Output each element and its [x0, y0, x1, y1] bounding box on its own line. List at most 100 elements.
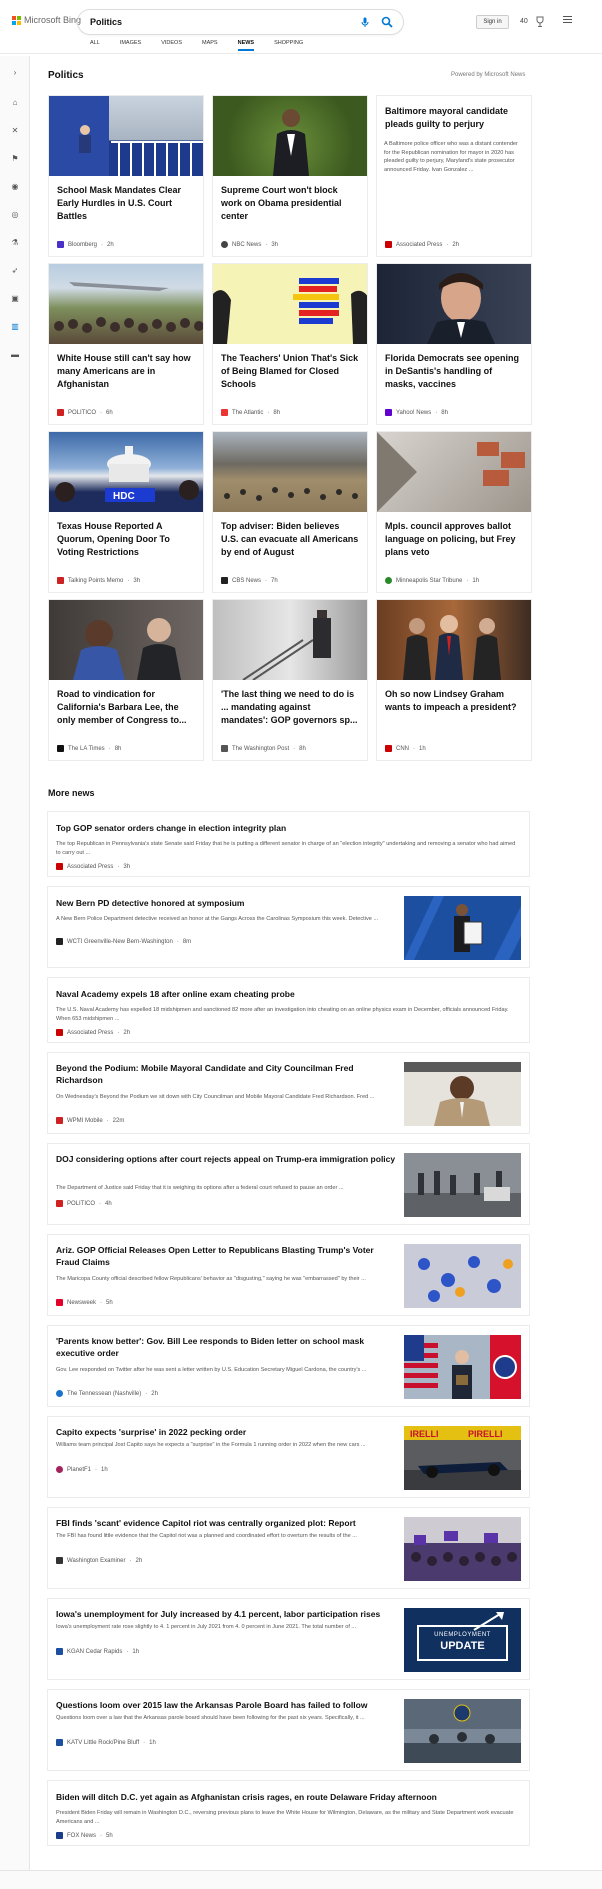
- news-list-item[interactable]: New Bern PD detective honored at symposi…: [47, 886, 530, 968]
- card-title[interactable]: Top adviser: Biden believes U.S. can eva…: [221, 520, 359, 559]
- news-list-item[interactable]: Iowa's unemployment for July increased b…: [47, 1598, 530, 1680]
- card-source[interactable]: Minneapolis Star Tribune · 1h: [385, 577, 479, 584]
- rewards-points[interactable]: 40: [520, 18, 528, 25]
- list-item-source[interactable]: WCTI Greenville-New Bern-Washington · 8m: [56, 938, 191, 945]
- card-source[interactable]: CNN · 1h: [385, 745, 426, 752]
- science-icon[interactable]: ⚗: [10, 238, 20, 248]
- news-card[interactable]: Baltimore mayoral candidate pleads guilt…: [376, 95, 532, 257]
- list-item-title[interactable]: Top GOP senator orders change in electio…: [56, 822, 516, 834]
- card-source[interactable]: The LA Times · 8h: [57, 745, 121, 752]
- list-item-source[interactable]: The Tennessean (Nashville) · 2h: [56, 1390, 158, 1397]
- news-card[interactable]: Road to vindication for California's Bar…: [48, 599, 204, 761]
- news-card[interactable]: Oh so now Lindsey Graham wants to impeac…: [376, 599, 532, 761]
- card-title[interactable]: The Teachers' Union That's Sick of Being…: [221, 352, 359, 391]
- tools-icon[interactable]: ✕: [10, 126, 20, 136]
- list-item-source[interactable]: Associated Press · 3h: [56, 863, 130, 870]
- news-list-item[interactable]: Top GOP senator orders change in electio…: [47, 811, 530, 877]
- card-title[interactable]: Mpls. council approves ballot language o…: [385, 520, 523, 559]
- card-title[interactable]: School Mask Mandates Clear Early Hurdles…: [57, 184, 195, 223]
- card-icon[interactable]: ▬: [10, 350, 20, 360]
- news-card[interactable]: Florida Democrats see opening in DeSanti…: [376, 263, 532, 425]
- list-item-source[interactable]: POLITICO · 4h: [56, 1200, 112, 1207]
- card-title[interactable]: Florida Democrats see opening in DeSanti…: [385, 352, 523, 391]
- list-item-title[interactable]: Capito expects 'surprise' in 2022 peckin…: [56, 1426, 396, 1438]
- list-item-title[interactable]: FBI finds 'scant' evidence Capitol riot …: [56, 1517, 396, 1529]
- news-card[interactable]: HDC Texas House Reported A Quorum, Openi…: [48, 431, 204, 593]
- hamburger-menu-icon[interactable]: [563, 16, 572, 25]
- news-list-item[interactable]: Questions loom over 2015 law the Arkansa…: [47, 1689, 530, 1771]
- card-source[interactable]: The Washington Post · 8h: [221, 745, 306, 752]
- list-item-title[interactable]: DOJ considering options after court reje…: [56, 1153, 396, 1165]
- card-title[interactable]: White House still can't say how many Ame…: [57, 352, 195, 391]
- flag-icon[interactable]: ⚑: [10, 154, 20, 164]
- list-item-source[interactable]: PlanetF1 · 1h: [56, 1466, 108, 1473]
- news-list-item[interactable]: Capito expects 'surprise' in 2022 peckin…: [47, 1416, 530, 1498]
- card-title[interactable]: Baltimore mayoral candidate pleads guilt…: [385, 105, 523, 131]
- home-icon[interactable]: ⌂: [10, 98, 20, 108]
- rocket-icon[interactable]: ➶: [10, 266, 20, 276]
- tab-images[interactable]: IMAGES: [120, 40, 141, 51]
- news-list-item[interactable]: DOJ considering options after court reje…: [47, 1143, 530, 1225]
- microphone-icon[interactable]: [361, 17, 371, 27]
- list-item-title[interactable]: Biden will ditch D.C. yet again as Afgha…: [56, 1791, 516, 1803]
- news-list-item[interactable]: Biden will ditch D.C. yet again as Afgha…: [47, 1780, 530, 1846]
- list-item-source[interactable]: Newsweek · 5h: [56, 1299, 113, 1306]
- location-icon[interactable]: ◉: [10, 182, 20, 192]
- list-item-title[interactable]: Iowa's unemployment for July increased b…: [56, 1608, 396, 1620]
- search-box[interactable]: Politics: [78, 10, 403, 34]
- card-title[interactable]: Texas House Reported A Quorum, Opening D…: [57, 520, 195, 559]
- rewards-trophy-icon[interactable]: [535, 15, 545, 27]
- list-item-title[interactable]: Ariz. GOP Official Releases Open Letter …: [56, 1244, 396, 1269]
- list-item-source[interactable]: KATV Little Rock/Pine Bluff · 1h: [56, 1739, 156, 1746]
- news-list-item[interactable]: FBI finds 'scant' evidence Capitol riot …: [47, 1507, 530, 1589]
- card-source[interactable]: NBC News · 3h: [221, 241, 278, 248]
- tab-shopping[interactable]: SHOPPING: [274, 40, 303, 51]
- tab-news[interactable]: NEWS: [237, 40, 255, 51]
- news-card[interactable]: Top adviser: Biden believes U.S. can eva…: [212, 431, 368, 593]
- bing-logo[interactable]: Microsoft Bing: [12, 15, 81, 25]
- search-input[interactable]: Politics: [90, 17, 361, 27]
- powered-by[interactable]: Powered by Microsoft News: [451, 72, 525, 78]
- card-source[interactable]: Bloomberg · 2h: [57, 241, 114, 248]
- list-item-source[interactable]: KGAN Cedar Rapids · 1h: [56, 1648, 139, 1655]
- list-item-source[interactable]: FOX News · 5h: [56, 1832, 113, 1839]
- news-list-item[interactable]: Naval Academy expels 18 after online exa…: [47, 977, 530, 1043]
- card-source[interactable]: CBS News · 7h: [221, 577, 278, 584]
- tab-all[interactable]: ALL: [90, 40, 100, 51]
- list-item-title[interactable]: 'Parents know better': Gov. Bill Lee res…: [56, 1335, 396, 1360]
- card-source[interactable]: The Atlantic · 8h: [221, 409, 280, 416]
- search-icon[interactable]: [381, 16, 393, 28]
- card-title[interactable]: Road to vindication for California's Bar…: [57, 688, 195, 727]
- list-item-source[interactable]: WPMI Mobile · 22m: [56, 1117, 124, 1124]
- tab-maps[interactable]: MAPS: [202, 40, 218, 51]
- news-card[interactable]: White House still can't say how many Ame…: [48, 263, 204, 425]
- card-source[interactable]: POLITICO · 6h: [57, 409, 113, 416]
- list-item-description: Questions loom over a law that the Arkan…: [56, 1715, 365, 1721]
- card-source[interactable]: Yahoo! News · 8h: [385, 409, 448, 416]
- news-card[interactable]: Mpls. council approves ballot language o…: [376, 431, 532, 593]
- list-item-title[interactable]: New Bern PD detective honored at symposi…: [56, 897, 396, 909]
- news-card[interactable]: The Teachers' Union That's Sick of Being…: [212, 263, 368, 425]
- list-item-title[interactable]: Beyond the Podium: Mobile Mayoral Candid…: [56, 1062, 396, 1087]
- list-item-source[interactable]: Washington Examiner · 2h: [56, 1557, 142, 1564]
- card-title[interactable]: Oh so now Lindsey Graham wants to impeac…: [385, 688, 523, 714]
- card-title[interactable]: 'The last thing we need to do is ... man…: [221, 688, 359, 727]
- sign-in-button[interactable]: Sign in: [476, 15, 509, 29]
- card-title[interactable]: Supreme Court won't block work on Obama …: [221, 184, 359, 223]
- news-card[interactable]: School Mask Mandates Clear Early Hurdles…: [48, 95, 204, 257]
- globe-icon[interactable]: ◎: [10, 210, 20, 220]
- news-list-item[interactable]: Ariz. GOP Official Releases Open Letter …: [47, 1234, 530, 1316]
- news-list-item[interactable]: 'Parents know better': Gov. Bill Lee res…: [47, 1325, 530, 1407]
- news-card[interactable]: 'The last thing we need to do is ... man…: [212, 599, 368, 761]
- list-item-title[interactable]: Naval Academy expels 18 after online exa…: [56, 988, 516, 1000]
- news-list-item[interactable]: Beyond the Podium: Mobile Mayoral Candid…: [47, 1052, 530, 1134]
- news-card[interactable]: Supreme Court won't block work on Obama …: [212, 95, 368, 257]
- film-icon[interactable]: ▣: [10, 294, 20, 304]
- chevron-right-icon[interactable]: ›: [10, 68, 20, 78]
- tab-videos[interactable]: VIDEOS: [161, 40, 182, 51]
- list-item-title[interactable]: Questions loom over 2015 law the Arkansa…: [56, 1699, 396, 1711]
- list-item-source[interactable]: Associated Press · 2h: [56, 1029, 130, 1036]
- card-source[interactable]: Talking Points Memo · 3h: [57, 577, 140, 584]
- bank-icon[interactable]: ▥: [10, 322, 20, 332]
- card-source[interactable]: Associated Press · 2h: [385, 241, 459, 248]
